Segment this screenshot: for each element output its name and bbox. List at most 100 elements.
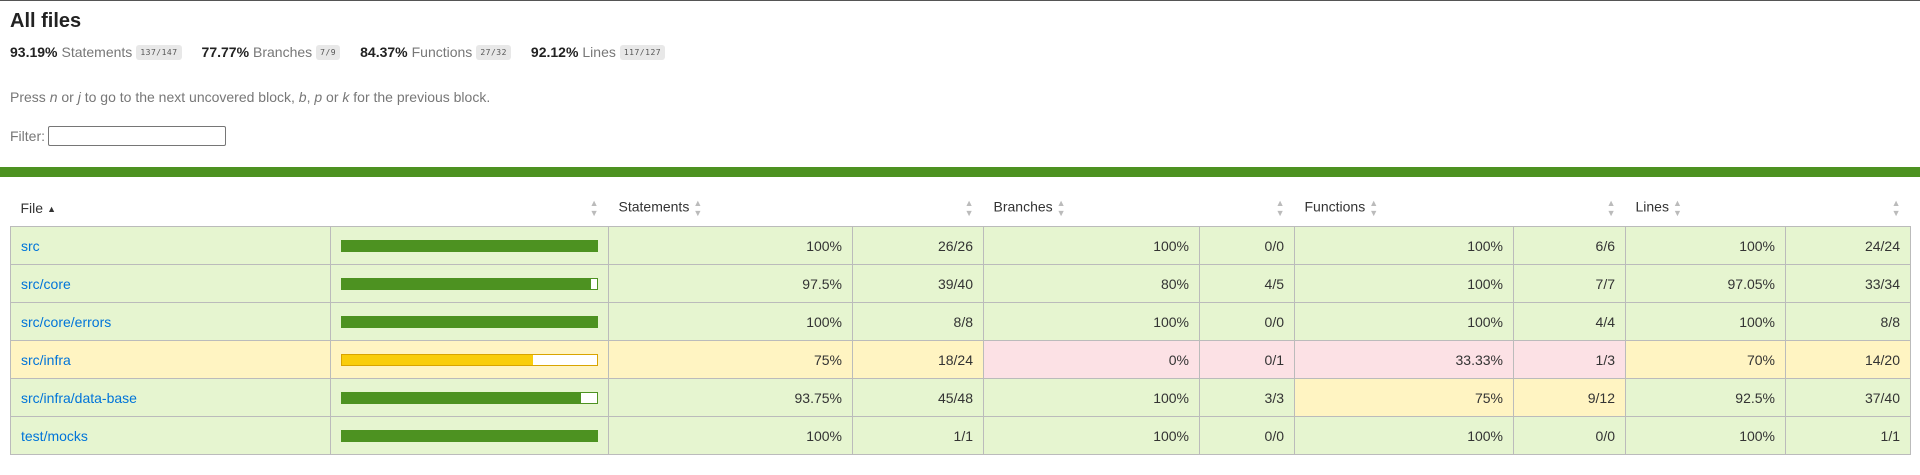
coverage-bar-fill [342, 240, 597, 251]
sort-icon: ▲ ▼ [1275, 198, 1285, 218]
statements-fraction-cell: 8/8 [852, 302, 984, 341]
coverage-bar-cell [330, 264, 609, 303]
file-link[interactable]: src [21, 238, 40, 254]
summary-pct: 93.19% [10, 44, 58, 60]
summary-label: Functions [411, 44, 473, 60]
branches-fraction-cell: 0/0 [1199, 226, 1295, 265]
coverage-bar [341, 315, 598, 328]
branches-pct-cell: 0% [983, 340, 1200, 379]
summary-statements: 93.19% Statements 137/147 [10, 44, 182, 60]
file-link[interactable]: src/core/errors [21, 314, 111, 330]
column-header-file[interactable]: File ▲ [10, 190, 331, 227]
column-header-functions-raw[interactable]: ▲ ▼ [1513, 190, 1626, 227]
column-header-lines[interactable]: Lines ▲ ▼ [1625, 190, 1786, 227]
column-header-branches[interactable]: Branches ▲ ▼ [983, 190, 1200, 227]
table-row: src/infra/data-base 93.75% 45/48 100% 3/3 75%… [10, 378, 1911, 417]
column-header-statements[interactable]: Statements ▲ ▼ [608, 190, 853, 227]
functions-pct-cell: 75% [1294, 378, 1514, 417]
file-cell: test/mocks [10, 416, 331, 455]
functions-pct-cell: 100% [1294, 302, 1514, 341]
file-cell: src [10, 226, 331, 265]
functions-fraction-cell: 6/6 [1513, 226, 1626, 265]
lines-fraction-cell: 8/8 [1785, 302, 1911, 341]
summary-pct: 92.12% [530, 44, 579, 60]
lines-pct-cell: 100% [1625, 226, 1786, 265]
statements-pct-cell: 100% [608, 302, 853, 341]
file-link[interactable]: src/core [21, 276, 71, 292]
branches-pct-cell: 100% [983, 416, 1200, 455]
sort-icon: ▲ ▼ [589, 198, 599, 218]
statements-pct-cell: 100% [608, 226, 853, 265]
filter-input[interactable] [48, 126, 226, 146]
lines-fraction-cell: 14/20 [1785, 340, 1911, 379]
summary-functions: 84.37% Functions 27/32 [360, 44, 511, 60]
sort-icon: ▲ ▼ [1891, 198, 1901, 218]
lines-pct-cell: 97.05% [1625, 264, 1786, 303]
statements-fraction-cell: 26/26 [852, 226, 984, 265]
table-row: src 100% 26/26 100% 0/0 100% 6/6 100% 24/24 [10, 226, 1911, 265]
coverage-bar [341, 391, 598, 404]
column-label: Statements [618, 198, 690, 215]
file-cell: src/infra [10, 340, 331, 379]
hint-key: p [314, 89, 323, 105]
lines-fraction-cell: 33/34 [1785, 264, 1911, 303]
column-label: Functions [1304, 198, 1366, 215]
functions-fraction-cell: 1/3 [1513, 340, 1626, 379]
statements-fraction-cell: 39/40 [852, 264, 984, 303]
branches-pct-cell: 100% [983, 226, 1200, 265]
coverage-bar-cell [330, 302, 609, 341]
statements-pct-cell: 75% [608, 340, 853, 379]
coverage-bar-cell [330, 226, 609, 265]
sort-icon: ▲ ▼ [693, 198, 703, 218]
coverage-bar [341, 239, 598, 252]
lines-fraction-cell: 1/1 [1785, 416, 1911, 455]
column-header-lines-raw[interactable]: ▲ ▼ [1785, 190, 1911, 227]
coverage-bar [341, 429, 598, 442]
statements-pct-cell: 93.75% [608, 378, 853, 417]
file-cell: src/core/errors [10, 302, 331, 341]
lines-pct-cell: 70% [1625, 340, 1786, 379]
hint-text: for the previous block. [349, 89, 491, 105]
coverage-table-wrap: File ▲ ▲ ▼ Statements ▲ ▼ ▲ ▼ Branches ▲ ▼ ▲ ▼ F… [0, 190, 1920, 455]
table-row: src/infra 75% 18/24 0% 0/1 33.33% 1/3 70% 14/20 [10, 340, 1911, 379]
coverage-bar-fill [342, 392, 582, 403]
summary-fraction: 137/147 [136, 44, 182, 60]
statements-fraction-cell: 1/1 [852, 416, 984, 455]
page-title: All files [10, 10, 82, 32]
file-link[interactable]: src/infra/data-base [21, 390, 137, 406]
functions-pct-cell: 100% [1294, 226, 1514, 265]
summary-label: Branches [253, 44, 313, 60]
sort-icon: ▲ ▼ [1606, 198, 1616, 218]
summary-fraction: 27/32 [476, 44, 511, 60]
coverage-summary: 93.19% Statements 137/147 77.77% Branche… [10, 41, 1910, 63]
statements-pct-cell: 97.5% [608, 264, 853, 303]
file-link[interactable]: src/infra [21, 352, 71, 368]
statements-fraction-cell: 45/48 [852, 378, 984, 417]
functions-fraction-cell: 7/7 [1513, 264, 1626, 303]
statements-pct-cell: 100% [608, 416, 853, 455]
branches-pct-cell: 80% [983, 264, 1200, 303]
summary-pct: 77.77% [201, 44, 250, 60]
summary-fraction: 117/127 [619, 44, 666, 60]
summary-label: Statements [61, 44, 133, 60]
file-link[interactable]: test/mocks [21, 428, 88, 444]
sort-icon: ▲ ▼ [1369, 198, 1379, 218]
summary-header: All files 93.19% Statements 137/147 77.7… [0, 1, 1920, 149]
lines-pct-cell: 100% [1625, 416, 1786, 455]
filter-label: Filter: [10, 128, 45, 144]
statements-fraction-cell: 18/24 [852, 340, 984, 379]
lines-fraction-cell: 24/24 [1785, 226, 1911, 265]
column-header-branches-raw[interactable]: ▲ ▼ [1199, 190, 1295, 227]
lines-pct-cell: 92.5% [1625, 378, 1786, 417]
column-header-functions[interactable]: Functions ▲ ▼ [1294, 190, 1514, 227]
coverage-bar-cell [330, 340, 609, 379]
keyboard-hint: Press n or j to go to the next uncovered… [10, 89, 1910, 105]
sort-icon: ▲ ▼ [1056, 198, 1066, 218]
filter-row: Filter: [10, 123, 1910, 149]
branches-fraction-cell: 3/3 [1199, 378, 1295, 417]
column-header-bar[interactable]: ▲ ▼ [330, 190, 609, 227]
sort-icon: ▲ ▼ [964, 198, 974, 218]
hint-text: or [57, 89, 78, 105]
hint-text: to go to the next uncovered block, [80, 89, 299, 105]
column-header-statements-raw[interactable]: ▲ ▼ [852, 190, 984, 227]
